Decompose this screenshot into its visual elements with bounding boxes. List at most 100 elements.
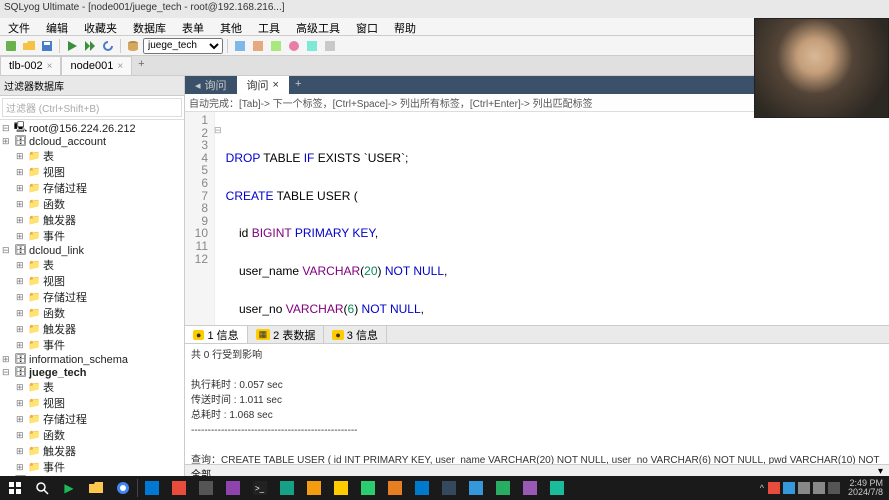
menu-favorites[interactable]: 收藏夹 [76, 18, 125, 35]
tree-node[interactable]: ⊞📁函数 [2, 427, 182, 443]
tree-toggle-icon[interactable]: ⊞ [16, 199, 26, 210]
tool-icon-4[interactable] [286, 38, 302, 54]
tree-toggle-icon[interactable]: ⊞ [16, 382, 26, 393]
app-icon[interactable] [436, 477, 462, 499]
tree-node[interactable]: ⊞🗄dcloud_account [2, 135, 182, 148]
output-body[interactable]: 共 0 行受到影响 执行耗时 : 0.057 sec 传送时间 : 1.011 … [185, 344, 889, 464]
app-icon[interactable] [139, 477, 165, 499]
tree-node[interactable]: ⊞📁存储过程 [2, 289, 182, 305]
tool-icon-5[interactable] [304, 38, 320, 54]
explorer-icon[interactable] [83, 477, 109, 499]
menu-other[interactable]: 其他 [212, 18, 250, 35]
tree-toggle-icon[interactable]: ⊞ [16, 231, 26, 242]
tree-node[interactable]: ⊞📁触发器 [2, 443, 182, 459]
tool-icon-6[interactable] [322, 38, 338, 54]
menu-window[interactable]: 窗口 [348, 18, 386, 35]
tree-toggle-icon[interactable]: ⊞ [16, 276, 26, 287]
app-icon[interactable] [544, 477, 570, 499]
chrome-icon[interactable] [110, 477, 136, 499]
output-tab-info[interactable]: ●1 信息 [185, 326, 248, 343]
open-icon[interactable] [21, 38, 37, 54]
tree-node[interactable]: ⊞📁存储过程 [2, 180, 182, 196]
menu-table[interactable]: 表单 [174, 18, 212, 35]
tree-toggle-icon[interactable]: ⊞ [16, 446, 26, 457]
schema-tree[interactable]: ⊟🖳root@156.224.26.212⊞🗄dcloud_account ⊞📁表… [0, 120, 184, 480]
execute-icon[interactable] [64, 38, 80, 54]
tree-toggle-icon[interactable]: ⊞ [16, 308, 26, 319]
menu-tools[interactable]: 工具 [250, 18, 288, 35]
vscode-icon[interactable] [409, 477, 435, 499]
taskbar-clock[interactable]: 2:49 PM 2024/7/8 [844, 479, 887, 497]
sidebar-filter[interactable]: 过滤器 (Ctrl+Shift+B) [0, 96, 184, 120]
tree-node[interactable]: ⊞📁事件 [2, 337, 182, 353]
conn-tab-1[interactable]: tlb-002× [0, 56, 61, 75]
tree-toggle-icon[interactable]: ⊟ [2, 123, 12, 134]
tree-toggle-icon[interactable]: ⊞ [16, 398, 26, 409]
add-query-tab[interactable]: + [289, 76, 307, 94]
execute-all-icon[interactable] [82, 38, 98, 54]
app-icon[interactable] [382, 477, 408, 499]
tool-icon-3[interactable] [268, 38, 284, 54]
tree-toggle-icon[interactable]: ⊞ [2, 354, 12, 365]
tree-toggle-icon[interactable]: ⊞ [16, 215, 26, 226]
app-icon[interactable] [463, 477, 489, 499]
media-player-icon[interactable]: ▶ [56, 477, 82, 499]
tree-node[interactable]: ⊞📁事件 [2, 228, 182, 244]
tree-node[interactable]: ⊞📁表 [2, 379, 182, 395]
tree-node[interactable]: ⊞📁视图 [2, 164, 182, 180]
tree-node[interactable]: ⊟🗄dcloud_link [2, 244, 182, 257]
app-icon[interactable] [220, 477, 246, 499]
database-select[interactable]: juege_tech [143, 38, 223, 54]
tree-node[interactable]: ⊞📁存储过程 [2, 411, 182, 427]
ime-icon[interactable] [828, 482, 840, 494]
output-tab-data[interactable]: ▦2 表数据 [248, 326, 325, 343]
tree-node[interactable]: ⊞📁触发器 [2, 321, 182, 337]
new-connection-icon[interactable] [3, 38, 19, 54]
menu-help[interactable]: 帮助 [386, 18, 424, 35]
tree-node[interactable]: ⊞📁事件 [2, 459, 182, 475]
system-tray[interactable]: ^ 2:49 PM 2024/7/8 [760, 479, 887, 497]
conn-tab-2[interactable]: node001× [61, 56, 132, 75]
app-icon[interactable] [274, 477, 300, 499]
app-icon[interactable] [193, 477, 219, 499]
tree-node[interactable]: ⊞📁触发器 [2, 212, 182, 228]
tree-toggle-icon[interactable]: ⊞ [16, 324, 26, 335]
tray-icon[interactable] [768, 482, 780, 494]
menu-advtools[interactable]: 高级工具 [288, 18, 348, 35]
tree-toggle-icon[interactable]: ⊞ [16, 414, 26, 425]
menu-file[interactable]: 文件 [0, 18, 38, 35]
save-icon[interactable] [39, 38, 55, 54]
menu-edit[interactable]: 编辑 [38, 18, 76, 35]
tree-toggle-icon[interactable]: ⊞ [2, 136, 12, 147]
code-area[interactable]: ⊟ DROP TABLE IF EXISTS `USER`; CREATE TA… [215, 112, 889, 325]
close-icon[interactable]: × [273, 79, 279, 91]
start-button[interactable] [2, 477, 28, 499]
tree-toggle-icon[interactable]: ⊞ [16, 430, 26, 441]
tree-node[interactable]: ⊞📁函数 [2, 305, 182, 321]
tree-node[interactable]: ⊞📁视图 [2, 395, 182, 411]
tree-toggle-icon[interactable]: ⊞ [16, 151, 26, 162]
close-icon[interactable]: × [117, 61, 123, 72]
app-icon[interactable] [328, 477, 354, 499]
tree-node[interactable]: ⊟🗄juege_tech [2, 366, 182, 379]
query-tab-2[interactable]: 询问 × [237, 76, 289, 94]
tree-toggle-icon[interactable]: ⊞ [16, 183, 26, 194]
menu-database[interactable]: 数据库 [125, 18, 174, 35]
tree-toggle-icon[interactable]: ⊞ [16, 462, 26, 473]
terminal-icon[interactable]: >_ [247, 477, 273, 499]
app-icon[interactable] [355, 477, 381, 499]
close-icon[interactable]: × [47, 61, 53, 72]
tray-icon[interactable] [783, 482, 795, 494]
tree-toggle-icon[interactable]: ⊞ [16, 292, 26, 303]
tree-toggle-icon[interactable]: ⊟ [2, 245, 12, 256]
tree-toggle-icon[interactable]: ⊟ [2, 367, 12, 378]
tree-toggle-icon[interactable]: ⊞ [16, 340, 26, 351]
tree-node[interactable]: ⊟🖳root@156.224.26.212 [2, 122, 182, 135]
db-select-icon[interactable] [125, 38, 141, 54]
search-icon[interactable] [29, 477, 55, 499]
tree-node[interactable]: ⊞📁视图 [2, 273, 182, 289]
tree-node[interactable]: ⊞🗄information_schema [2, 353, 182, 366]
query-tab-1[interactable]: ◂ 询问 [185, 76, 237, 94]
output-tab-msg[interactable]: ●3 信息 [324, 326, 387, 343]
sql-editor[interactable]: 123456789101112 ⊟ DROP TABLE IF EXISTS `… [185, 112, 889, 325]
